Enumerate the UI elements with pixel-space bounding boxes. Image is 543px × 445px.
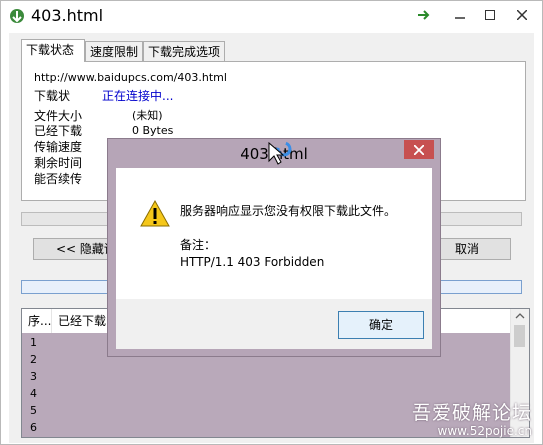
watermark-title: 吾爱破解论坛: [411, 402, 532, 424]
state-value: 正在连接中...: [102, 89, 174, 103]
scroll-thumb[interactable]: [514, 325, 525, 347]
resumable-label: 能否续传: [34, 172, 83, 186]
list-item[interactable]: 2: [30, 354, 37, 366]
list-item[interactable]: 3: [30, 371, 37, 383]
list-item[interactable]: 5: [30, 405, 37, 417]
tab-download-status[interactable]: 下载状态: [21, 39, 85, 62]
pin-icon[interactable]: [415, 3, 435, 27]
download-url: http://www.baidupcs.com/403.html: [34, 71, 227, 84]
download-window: 403.html 下载状态 速度限制 下载完成选项 http://www.bai…: [0, 0, 543, 445]
dialog-body: 服务器响应显示您没有权限下载此文件。 备注： HTTP/1.1 403 Forb…: [116, 168, 432, 299]
window-title: 403.html: [31, 6, 104, 25]
close-icon: [414, 144, 424, 155]
state-label: 下载状: [34, 89, 71, 103]
dialog-close-button[interactable]: [404, 140, 434, 159]
downloaded-value: 0 Bytes: [132, 124, 174, 137]
app-icon: [9, 8, 25, 24]
tab-speed-limit[interactable]: 速度限制: [85, 41, 143, 61]
list-item[interactable]: 6: [30, 422, 37, 434]
dialog-note-label: 备注：: [180, 238, 217, 252]
maximize-button[interactable]: [477, 3, 503, 27]
file-size-value: (未知): [132, 109, 163, 122]
warning-icon: [140, 199, 170, 230]
title-bar[interactable]: 403.html: [1, 1, 542, 31]
column-header-index[interactable]: 序...: [22, 309, 52, 333]
list-item[interactable]: 4: [30, 388, 37, 400]
mouse-cursor-icon: [267, 141, 293, 170]
close-button[interactable]: [507, 3, 537, 27]
tab-completion-options[interactable]: 下载完成选项: [143, 41, 225, 61]
error-dialog: 403.html 服务器响应显示您没有权限下载此文件。 备注： HTTP/1.1…: [107, 138, 441, 357]
list-item[interactable]: 1: [30, 337, 37, 349]
dialog-note-value: HTTP/1.1 403 Forbidden: [180, 255, 325, 269]
file-size-label: 文件大小: [34, 109, 83, 123]
scroll-up-icon: [515, 313, 525, 319]
remaining-time-label: 剩余时间: [34, 156, 83, 170]
ok-button[interactable]: 确定: [338, 311, 424, 339]
speed-label: 传输速度: [34, 140, 83, 154]
dialog-footer: 确定: [116, 299, 432, 349]
minimize-button[interactable]: [447, 3, 473, 27]
watermark-url: www.52pojie.cn: [437, 424, 532, 438]
dialog-message: 服务器响应显示您没有权限下载此文件。: [180, 204, 397, 218]
downloaded-label: 已经下载: [34, 124, 83, 138]
